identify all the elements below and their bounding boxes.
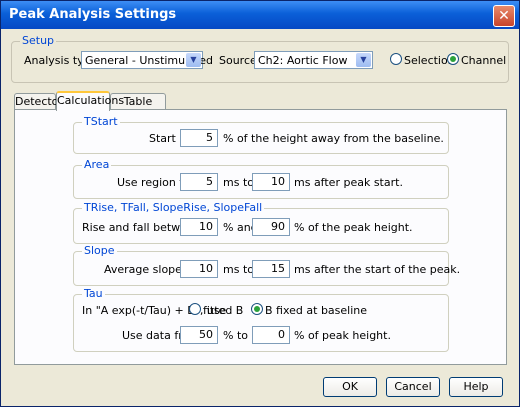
tau-post-label: % of peak height. <box>294 329 391 342</box>
title-bar: Peak Analysis Settings ✕ <box>1 1 519 29</box>
b-fixed-label[interactable]: B fixed at baseline <box>265 304 367 317</box>
trise-to-input[interactable]: 90 <box>252 218 290 236</box>
area-group: Area Use region from 5 ms to 10 ms after… <box>73 158 449 199</box>
cancel-button[interactable]: Cancel <box>386 377 440 397</box>
b-fixed-radio[interactable] <box>251 303 263 315</box>
slope-to-input[interactable]: 15 <box>252 260 290 278</box>
channel-radio-label[interactable]: Channel <box>461 54 506 67</box>
slope-from-input[interactable]: 10 <box>180 260 218 278</box>
trise-legend: TRise, TFall, SlopeRise, SlopeFall <box>82 201 265 214</box>
tstart-post-label: % of the height away from the baseline. <box>223 132 444 145</box>
area-mid-label: ms to <box>223 176 254 189</box>
source-select[interactable]: Ch2: Aortic Flow ▼ <box>254 51 373 69</box>
help-button[interactable]: Help <box>449 377 503 397</box>
setup-group: Setup Analysis type: General - Unstimula… <box>11 34 509 83</box>
tau-to-input[interactable]: 0 <box>252 326 290 344</box>
selection-radio[interactable] <box>390 53 402 65</box>
chevron-down-icon[interactable]: ▼ <box>186 53 201 67</box>
tstart-group: TStart Start is 5 % of the height away f… <box>73 115 449 154</box>
window-title: Peak Analysis Settings <box>9 7 177 22</box>
tab-calculations[interactable]: Calculations <box>56 91 124 111</box>
area-post-label: ms after peak start. <box>294 176 403 189</box>
tau-from-input[interactable]: 50 <box>180 326 218 344</box>
trise-group: TRise, TFall, SlopeRise, SlopeFall Rise … <box>73 201 449 244</box>
tau-mid-label: % to <box>223 329 248 342</box>
area-to-input[interactable]: 10 <box>252 173 290 191</box>
source-value: Ch2: Aortic Flow <box>258 54 348 67</box>
fitted-b-radio[interactable] <box>189 303 201 315</box>
area-legend: Area <box>82 158 112 171</box>
slope-post-label: ms after the start of the peak. <box>294 263 461 276</box>
ok-button[interactable]: OK <box>323 377 377 397</box>
slope-group: Slope Average slope from 10 ms to 15 ms … <box>73 244 460 286</box>
setup-legend: Setup <box>20 34 57 47</box>
trise-from-input[interactable]: 10 <box>180 218 218 236</box>
calculations-panel: TStart Start is 5 % of the height away f… <box>14 109 507 365</box>
tau-group: Tau In "A exp(-t/Tau) + B", use fitted B… <box>73 287 449 352</box>
tstart-input[interactable]: 5 <box>180 129 218 147</box>
trise-post-label: % of the peak height. <box>294 221 413 234</box>
channel-radio[interactable] <box>447 53 459 65</box>
close-icon[interactable]: ✕ <box>493 5 515 27</box>
chevron-down-icon[interactable]: ▼ <box>356 53 371 67</box>
tab-detector[interactable]: Detector <box>14 93 63 110</box>
area-from-input[interactable]: 5 <box>180 173 218 191</box>
analysis-type-select[interactable]: General - Unstimulated ▼ <box>81 51 213 69</box>
slope-mid-label: ms to <box>223 263 254 276</box>
fitted-b-label[interactable]: fitted B <box>203 304 243 317</box>
tstart-legend: TStart <box>82 115 120 128</box>
slope-legend: Slope <box>82 244 117 257</box>
tau-legend: Tau <box>82 287 105 300</box>
dialog-window: Peak Analysis Settings ✕ Setup Analysis … <box>0 0 520 407</box>
